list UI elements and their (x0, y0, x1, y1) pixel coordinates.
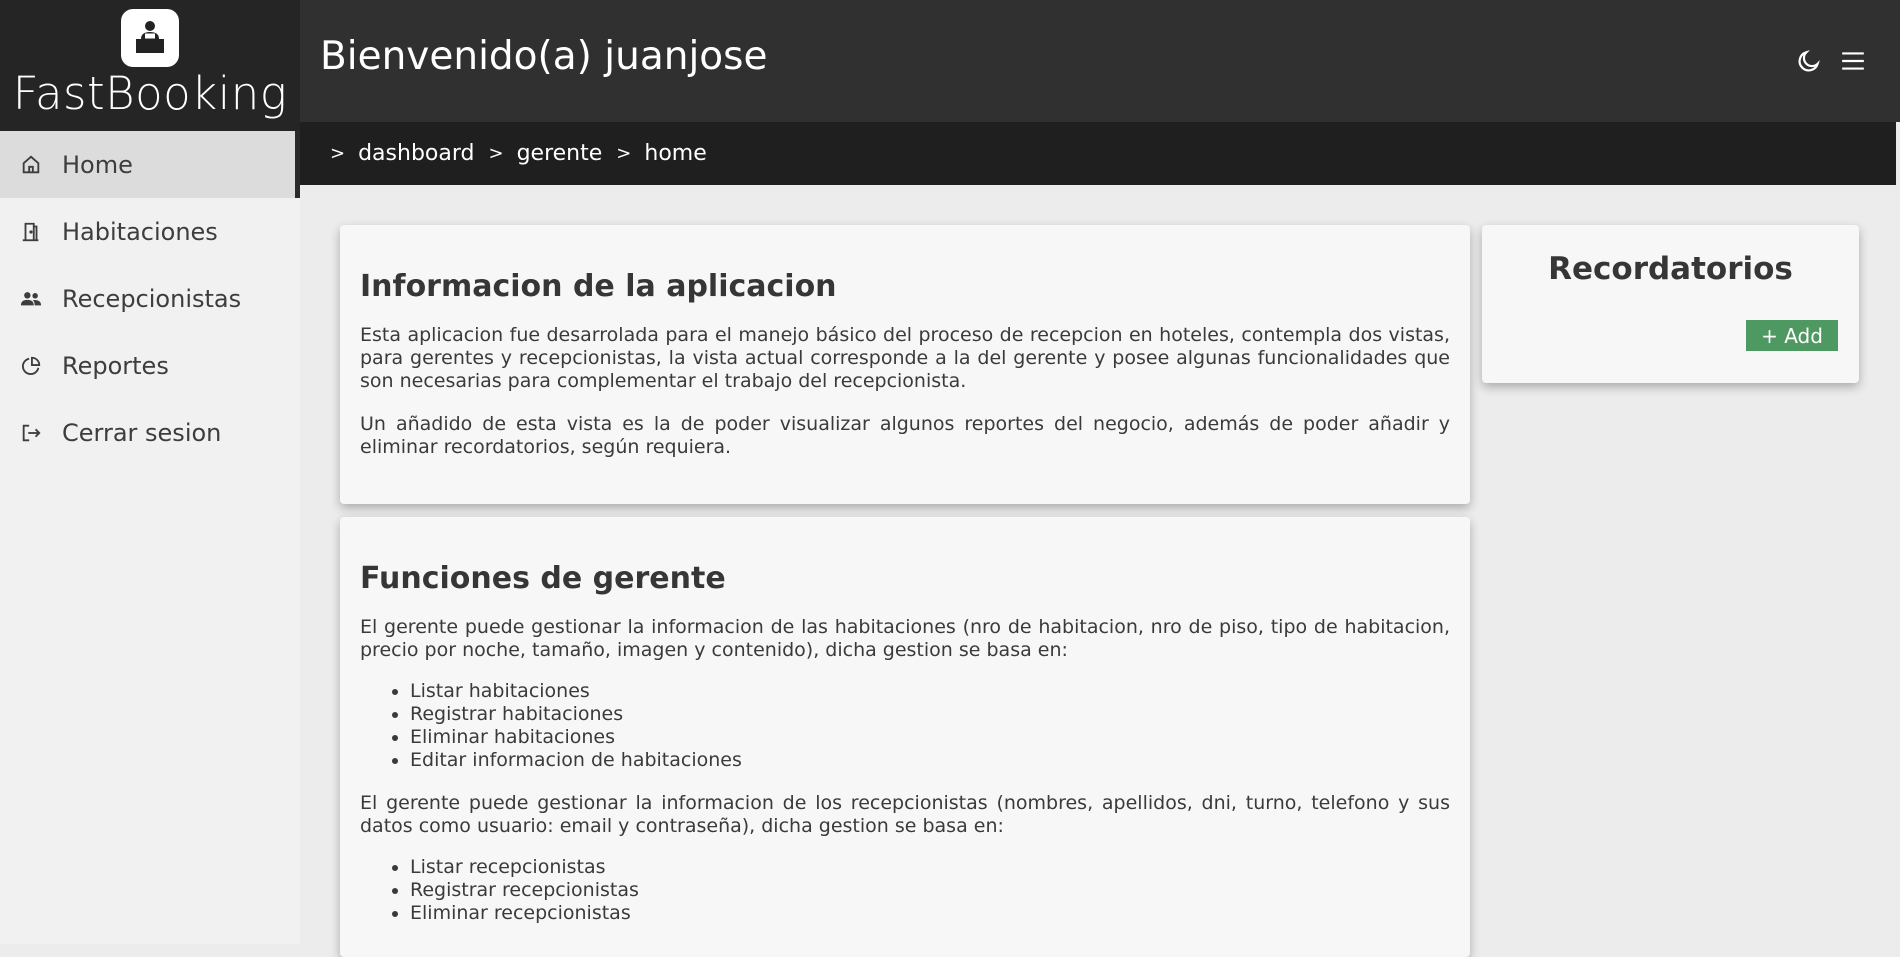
list-item: Editar informacion de habitaciones (410, 749, 1450, 772)
brand-name: FastBooking (12, 67, 288, 120)
sidebar-nav: Home Habitaciones Recepcionistas Reporte… (0, 131, 300, 466)
moon-icon[interactable] (1796, 48, 1822, 74)
add-reminder-button[interactable]: + Add (1746, 320, 1838, 351)
breadcrumb-item-gerente[interactable]: gerente (517, 141, 603, 166)
sidebar-item-label: Reportes (62, 351, 169, 380)
chevron-right-icon: > (330, 143, 346, 164)
breadcrumb-item-dashboard[interactable]: dashboard (358, 141, 474, 166)
reminders-title: Recordatorios (1548, 251, 1793, 287)
list-item: Eliminar habitaciones (410, 726, 1450, 749)
sidebar-item-habitaciones[interactable]: Habitaciones (0, 198, 300, 265)
info-card-title: Informacion de la aplicacion (360, 269, 837, 304)
sidebar-item-home[interactable]: Home (0, 131, 300, 198)
sidebar-item-label: Habitaciones (62, 217, 218, 246)
list-item: Listar habitaciones (410, 680, 1450, 703)
door-icon (20, 221, 42, 243)
reminders-card: Recordatorios + Add (1482, 225, 1859, 383)
sidebar-item-recepcionistas[interactable]: Recepcionistas (0, 265, 300, 332)
receptionists-functions-list: Listar recepcionistas Registrar recepcio… (360, 856, 1450, 925)
top-header: Bienvenido(a) juanjose (300, 0, 1900, 122)
breadcrumb: > dashboard > gerente > home (300, 122, 1896, 185)
list-item: Listar recepcionistas (410, 856, 1450, 879)
page-title: Bienvenido(a) juanjose (320, 34, 768, 79)
receptionist-desk-icon (121, 9, 179, 67)
brand[interactable]: FastBooking (0, 0, 300, 131)
list-item: Registrar habitaciones (410, 703, 1450, 726)
info-card: Informacion de la aplicacion Esta aplica… (340, 225, 1470, 504)
chevron-right-icon: > (488, 143, 504, 164)
pie-chart-icon (20, 355, 42, 377)
sidebar-item-label: Home (62, 150, 133, 179)
home-icon (20, 154, 42, 176)
sidebar-item-reportes[interactable]: Reportes (0, 332, 300, 399)
chevron-right-icon: > (616, 143, 632, 164)
functions-card-content: Funciones de gerente El gerente puede ge… (360, 561, 1450, 957)
functions-card-paragraph: El gerente puede gestionar la informacio… (360, 616, 1450, 661)
list-item: Registrar recepcionistas (410, 879, 1450, 902)
users-icon (20, 288, 42, 310)
info-card-paragraph: Esta aplicacion fue desarrolada para el … (360, 324, 1450, 392)
info-card-paragraph: Un añadido de esta vista es la de poder … (360, 413, 1450, 458)
functions-card-paragraph: El gerente puede gestionar la informacio… (360, 792, 1450, 837)
rooms-functions-list: Listar habitaciones Registrar habitacion… (360, 680, 1450, 772)
sidebar-item-cerrar-sesion[interactable]: Cerrar sesion (0, 399, 300, 466)
list-item: Eliminar recepcionistas (410, 902, 1450, 925)
sidebar: FastBooking Home Habitaciones Recepcioni… (0, 0, 300, 944)
breadcrumb-item-home[interactable]: home (644, 141, 706, 166)
functions-card-title: Funciones de gerente (360, 561, 726, 596)
logout-icon (20, 422, 42, 444)
sidebar-item-label: Recepcionistas (62, 284, 242, 313)
sidebar-item-label: Cerrar sesion (62, 418, 222, 447)
hamburger-menu-icon[interactable] (1840, 48, 1866, 74)
functions-card: Funciones de gerente El gerente puede ge… (340, 517, 1470, 957)
